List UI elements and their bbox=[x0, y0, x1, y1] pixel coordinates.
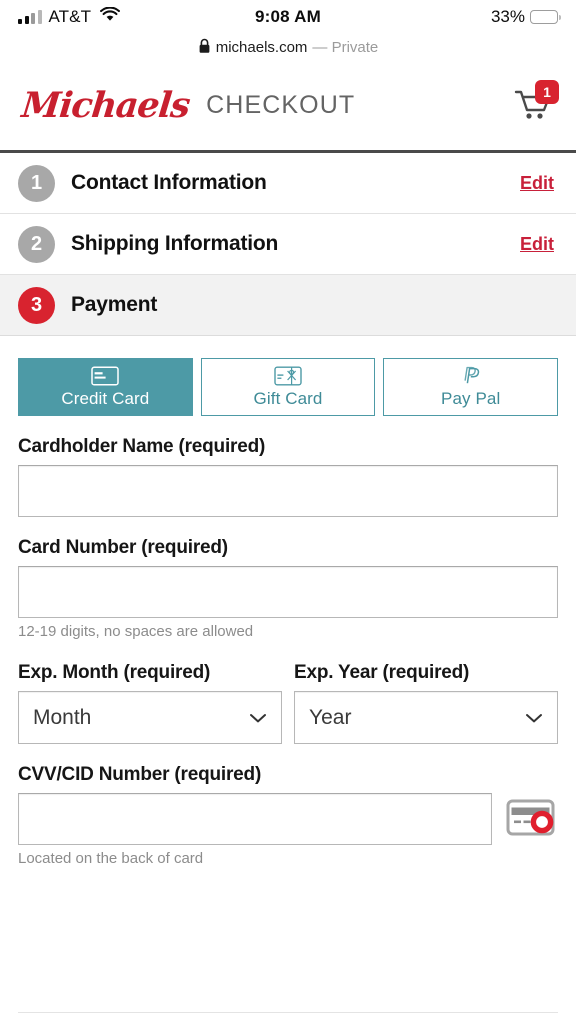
step-label: Payment bbox=[71, 293, 158, 316]
chevron-down-icon bbox=[525, 706, 543, 730]
tab-gift-card[interactable]: Gift Card bbox=[200, 358, 376, 416]
paypal-icon bbox=[460, 366, 482, 386]
card-back-cvv-icon[interactable] bbox=[506, 797, 558, 844]
wifi-icon bbox=[100, 6, 121, 27]
edit-contact-information-link[interactable]: Edit bbox=[520, 173, 554, 194]
checkout-steps: 1 Contact Information Edit 2 Shipping In… bbox=[0, 150, 576, 336]
carrier-label: AT&T bbox=[48, 7, 92, 26]
cardholder-name-label: Cardholder Name (required) bbox=[18, 436, 266, 457]
tab-label: Gift Card bbox=[253, 388, 323, 408]
tab-credit-card[interactable]: Credit Card bbox=[18, 358, 193, 416]
payment-form: Credit Card Gift Card Pay Pal Cardholder… bbox=[0, 336, 576, 867]
url-host: michaels.com bbox=[215, 39, 308, 56]
battery-percent-label: 33% bbox=[490, 7, 525, 26]
shopping-cart-icon bbox=[508, 90, 556, 134]
step-label: Contact Information bbox=[71, 171, 267, 194]
status-bar-right: 33% bbox=[490, 7, 561, 27]
michaels-logo[interactable]: Michaels bbox=[20, 85, 191, 126]
step-number-badge: 1 bbox=[18, 164, 55, 202]
browser-url-bar[interactable]: michaels.com — Private bbox=[0, 34, 576, 61]
exp-month-value: Month bbox=[33, 705, 92, 729]
step-payment: 3 Payment bbox=[0, 275, 576, 336]
cvv-label: CVV/CID Number (required) bbox=[18, 764, 262, 785]
battery-icon bbox=[530, 10, 561, 24]
exp-year-field-group: Exp. Year (required) Year bbox=[294, 662, 558, 744]
tab-paypal[interactable]: Pay Pal bbox=[383, 358, 559, 416]
step-number-badge: 2 bbox=[18, 225, 55, 263]
cvv-input-wrap bbox=[18, 793, 492, 845]
step-shipping-information[interactable]: 2 Shipping Information Edit bbox=[0, 214, 576, 275]
cellular-signal-icon bbox=[18, 10, 42, 24]
card-number-hint: 12-19 digits, no spaces are allowed bbox=[18, 623, 254, 640]
phone-screen: AT&T 9:08 AM 33% michaels.com — Private bbox=[0, 0, 576, 1024]
step-contact-information[interactable]: 1 Contact Information Edit bbox=[0, 153, 576, 214]
exp-year-label: Exp. Year (required) bbox=[294, 662, 470, 683]
status-bar: AT&T 9:08 AM 33% bbox=[0, 0, 576, 34]
site-header: Michaels CHECKOUT 1 bbox=[0, 61, 576, 150]
exp-month-select[interactable]: Month bbox=[18, 691, 282, 744]
page-title: CHECKOUT bbox=[206, 91, 356, 119]
cardholder-name-input[interactable] bbox=[18, 465, 558, 517]
step-number-badge: 3 bbox=[18, 286, 55, 324]
status-bar-left: AT&T bbox=[18, 6, 121, 27]
credit-card-icon bbox=[91, 365, 120, 386]
edit-shipping-information-link[interactable]: Edit bbox=[520, 234, 554, 255]
card-number-input[interactable] bbox=[18, 566, 558, 618]
exp-year-select[interactable]: Year bbox=[294, 691, 558, 744]
cart-count-badge: 1 bbox=[535, 79, 559, 104]
card-number-label: Card Number (required) bbox=[18, 537, 228, 558]
exp-month-field-group: Exp. Month (required) Month bbox=[18, 662, 282, 744]
private-browsing-label: — Private bbox=[312, 39, 379, 56]
expiry-row: Exp. Month (required) Month Exp. Year (r… bbox=[18, 662, 558, 744]
chevron-down-icon bbox=[249, 706, 267, 730]
cvv-hint: Located on the back of card bbox=[18, 850, 204, 867]
section-divider bbox=[18, 1012, 558, 1013]
tab-label: Credit Card bbox=[61, 388, 150, 408]
gift-card-icon bbox=[274, 366, 302, 386]
cardholder-name-field-group: Cardholder Name (required) bbox=[18, 436, 558, 517]
lock-icon bbox=[198, 38, 211, 58]
payment-method-tabs: Credit Card Gift Card Pay Pal bbox=[18, 358, 559, 416]
cvv-input[interactable] bbox=[18, 793, 492, 845]
card-number-field-group: Card Number (required) 12-19 digits, no … bbox=[18, 537, 558, 640]
cart-button[interactable]: 1 bbox=[508, 79, 559, 130]
step-label: Shipping Information bbox=[71, 232, 279, 255]
cvv-row bbox=[18, 793, 558, 845]
cvv-field-group: CVV/CID Number (required) Located on the… bbox=[18, 764, 558, 867]
exp-year-value: Year bbox=[309, 705, 352, 729]
exp-month-label: Exp. Month (required) bbox=[18, 662, 211, 683]
tab-label: Pay Pal bbox=[441, 388, 501, 408]
